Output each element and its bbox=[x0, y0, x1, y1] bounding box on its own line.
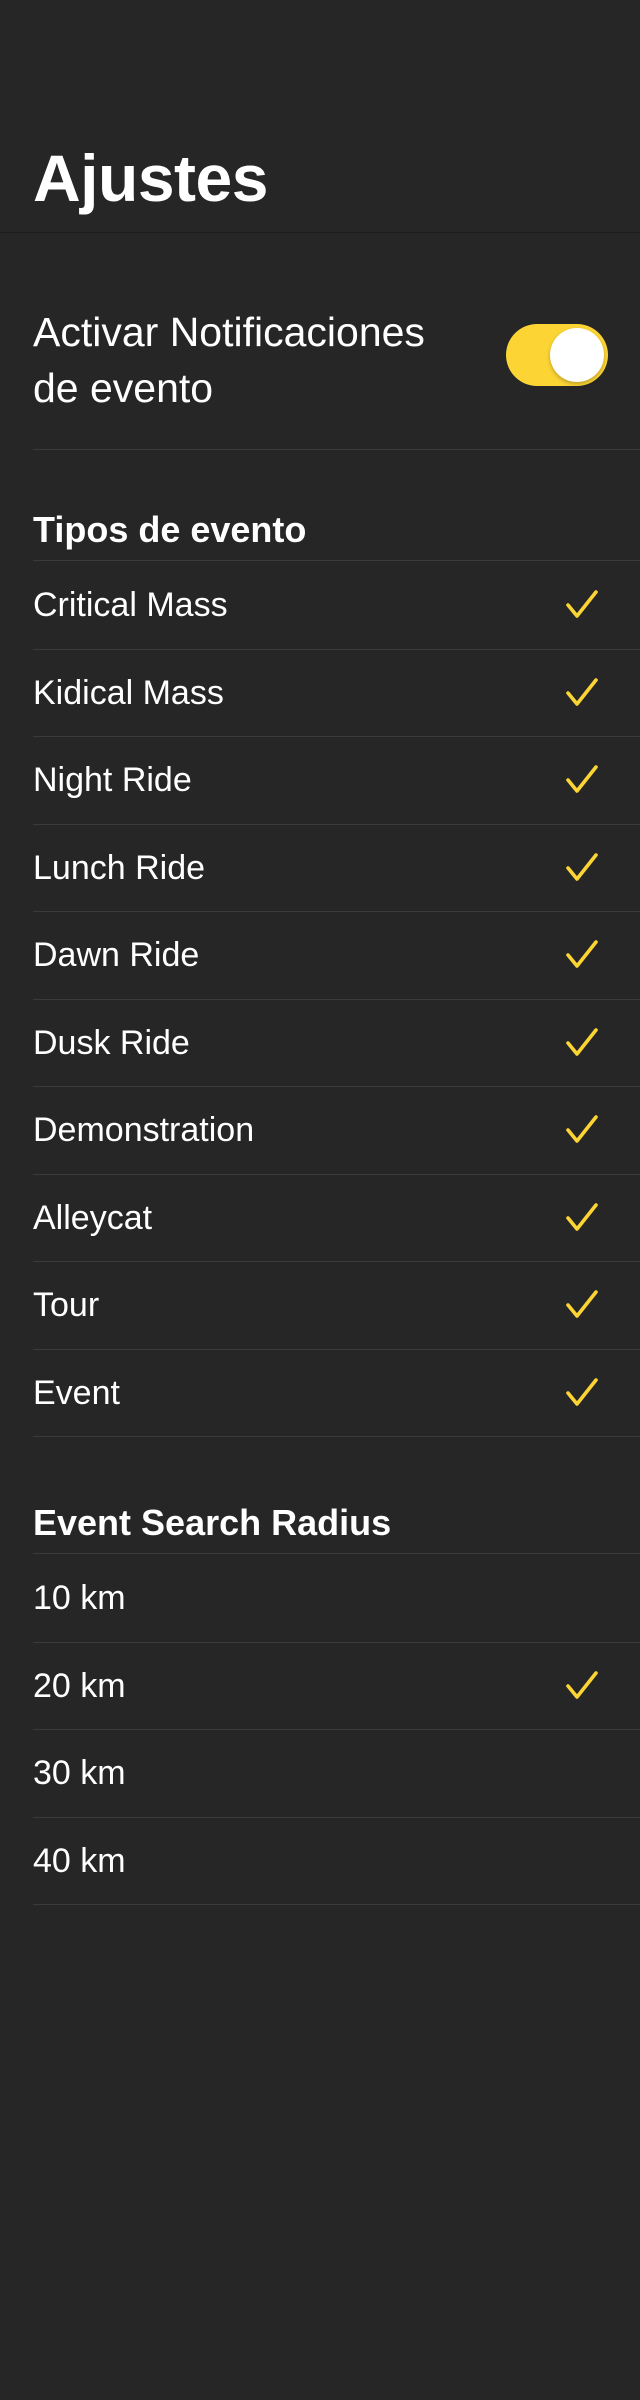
event-types-list: Critical Mass Kidical Mass Night Ride Lunch… bbox=[33, 562, 640, 1437]
page-title: Ajustes bbox=[33, 141, 268, 215]
event-type-label: Night Ride bbox=[33, 761, 192, 799]
radius-option-label: 10 km bbox=[33, 1579, 126, 1617]
radius-option-label: 40 km bbox=[33, 1841, 126, 1880]
event-type-label: Dawn Ride bbox=[33, 936, 200, 974]
search-radius-list: 10 km 20 km 30 km 40 km bbox=[33, 1555, 640, 1905]
event-type-label: Critical Mass bbox=[33, 586, 228, 624]
event-type-label: Dusk Ride bbox=[33, 1023, 190, 1062]
event-type-row[interactable]: Night Ride bbox=[33, 737, 640, 825]
checkmark-icon bbox=[566, 1377, 598, 1406]
event-types-header: Tipos de evento bbox=[33, 500, 640, 561]
event-type-row[interactable]: Critical Mass bbox=[33, 562, 640, 650]
event-type-label: Lunch Ride bbox=[33, 848, 206, 887]
notifications-toggle[interactable] bbox=[506, 324, 608, 386]
event-type-label: Event bbox=[33, 1373, 120, 1412]
event-type-row[interactable]: Tour bbox=[33, 1262, 640, 1350]
radius-option-row[interactable]: 10 km bbox=[33, 1555, 640, 1643]
checkmark-icon bbox=[566, 1290, 598, 1318]
event-type-label: Alleycat bbox=[33, 1198, 153, 1237]
notifications-toggle-row: Activar Notificaciones de evento bbox=[33, 304, 640, 450]
radius-option-row[interactable]: 30 km bbox=[33, 1730, 640, 1818]
event-type-row[interactable]: Kidical Mass bbox=[33, 650, 640, 737]
radius-option-row[interactable]: 20 km bbox=[33, 1643, 640, 1730]
toggle-knob bbox=[550, 328, 604, 382]
checkmark-icon bbox=[566, 765, 598, 793]
event-type-row[interactable]: Dusk Ride bbox=[33, 1000, 640, 1087]
checkmark-icon bbox=[566, 590, 598, 618]
checkmark-icon bbox=[566, 1202, 598, 1231]
checkmark-icon bbox=[566, 677, 598, 706]
radius-option-label: 30 km bbox=[33, 1754, 126, 1792]
checkmark-icon bbox=[566, 1027, 598, 1056]
event-type-row[interactable]: Lunch Ride bbox=[33, 825, 640, 912]
checkmark-icon bbox=[566, 852, 598, 881]
event-type-label: Kidical Mass bbox=[33, 673, 224, 712]
radius-option-row[interactable]: 40 km bbox=[33, 1818, 640, 1905]
radius-option-label: 20 km bbox=[33, 1666, 126, 1705]
checkmark-icon bbox=[566, 940, 598, 968]
notifications-toggle-label: Activar Notificaciones de evento bbox=[33, 309, 425, 411]
event-type-label: Tour bbox=[33, 1286, 100, 1324]
event-type-row[interactable]: Demonstration bbox=[33, 1087, 640, 1175]
event-type-row[interactable]: Event bbox=[33, 1350, 640, 1437]
event-type-row[interactable]: Dawn Ride bbox=[33, 912, 640, 1000]
checkmark-icon bbox=[566, 1115, 598, 1143]
search-radius-header: Event Search Radius bbox=[33, 1493, 640, 1554]
navigation-header: Ajustes bbox=[0, 0, 640, 233]
event-type-row[interactable]: Alleycat bbox=[33, 1175, 640, 1262]
checkmark-icon bbox=[566, 1670, 598, 1699]
event-type-label: Demonstration bbox=[33, 1111, 255, 1149]
